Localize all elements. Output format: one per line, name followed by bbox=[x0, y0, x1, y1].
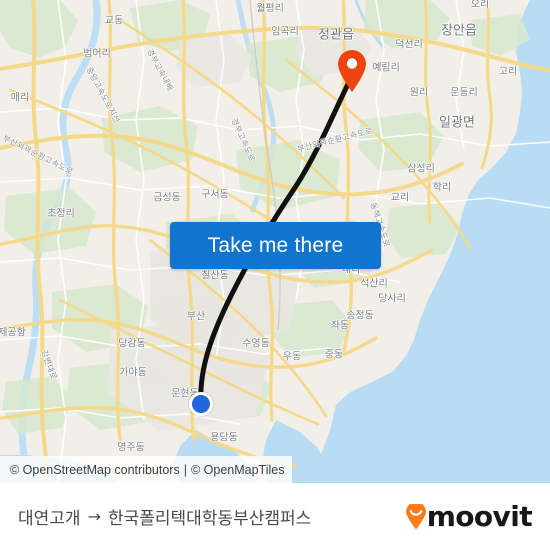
moovit-route-card: 교동 월평리 임곡리 정관읍 덕선리 장안읍 오리 범어리 예림리 고리 원리 문동리 매리 일광면 삼성리… bbox=[0, 0, 550, 550]
route-destination-name: 한국폴리텍대학동부산캠퍼스 bbox=[107, 509, 312, 529]
route-summary: 대연고개 → 한국폴리텍대학동부산캠퍼스 bbox=[18, 504, 397, 529]
map-attribution: © OpenStreetMap contributors | © OpenMap… bbox=[0, 456, 293, 483]
arrow-right-icon: → bbox=[87, 507, 101, 526]
moovit-logo[interactable]: moovit bbox=[405, 499, 533, 533]
take-me-there-button[interactable]: Take me there bbox=[170, 222, 381, 269]
attribution-osm[interactable]: © OpenStreetMap contributors bbox=[10, 463, 180, 477]
moovit-pin-icon bbox=[405, 503, 427, 530]
footer-bar: 대연고개 → 한국폴리텍대학동부산캠퍼스 moovit bbox=[0, 483, 550, 550]
attribution-tiles[interactable]: © OpenMapTiles bbox=[191, 463, 285, 477]
map-canvas[interactable]: 교동 월평리 임곡리 정관읍 덕선리 장안읍 오리 범어리 예림리 고리 원리 문동리 매리 일광면 삼성리… bbox=[0, 0, 550, 483]
route-origin-name: 대연고개 bbox=[18, 509, 81, 529]
moovit-wordmark: moovit bbox=[426, 499, 533, 533]
take-me-there-label: Take me there bbox=[207, 233, 344, 257]
attribution-separator: | bbox=[183, 462, 187, 477]
